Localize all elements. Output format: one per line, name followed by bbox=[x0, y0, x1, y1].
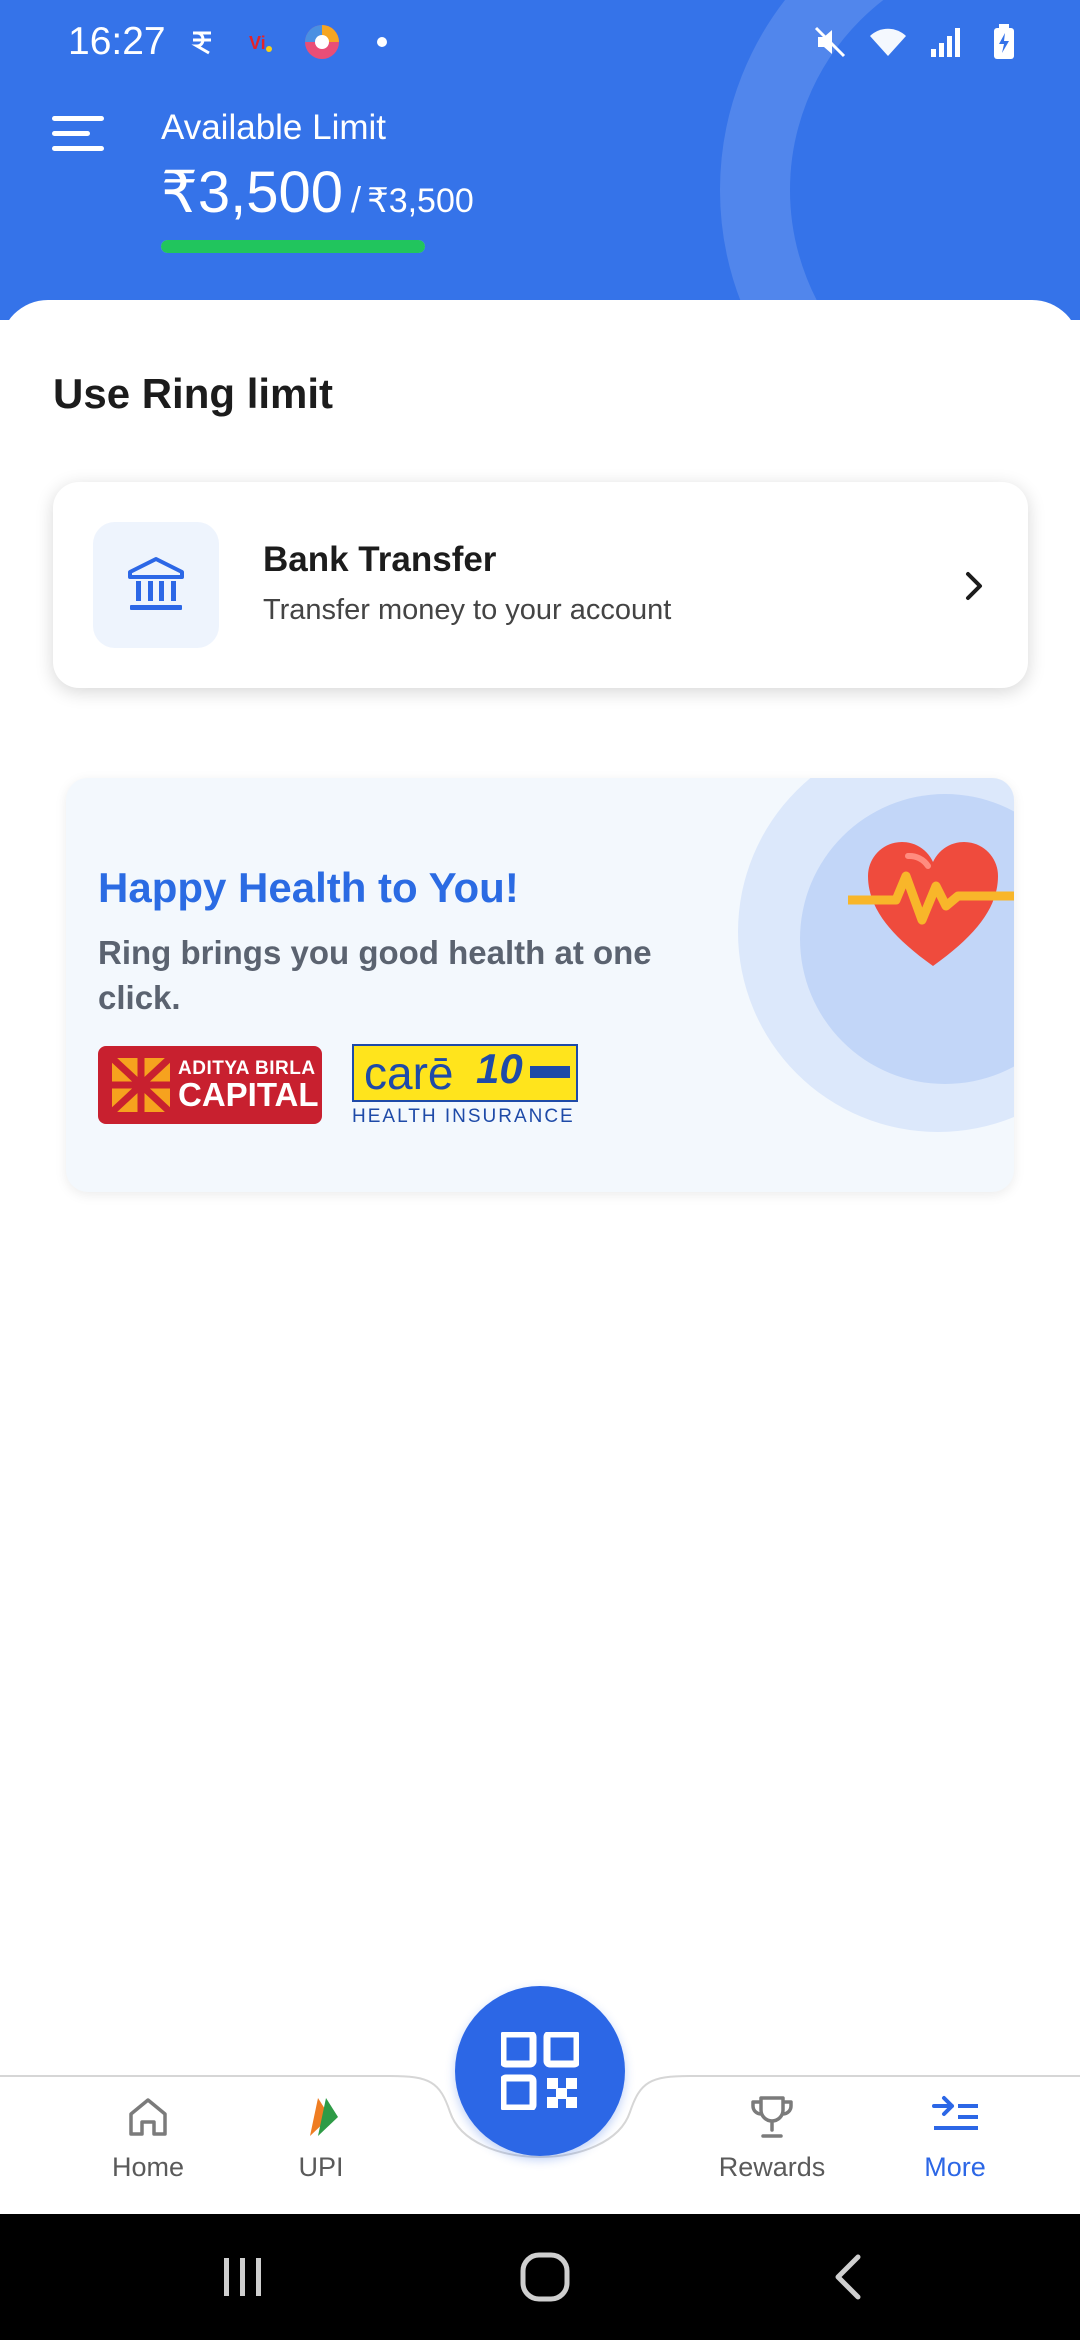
total-limit: ₹3,500 bbox=[367, 182, 474, 220]
status-time: 16:27 bbox=[68, 20, 166, 63]
aditya-birla-capital-logo: ADITYA BIRLA CAPITAL bbox=[98, 1046, 322, 1124]
system-navigation-bar bbox=[0, 2214, 1080, 2340]
nav-more[interactable]: More bbox=[875, 2092, 1035, 2202]
status-right-icons bbox=[810, 22, 1024, 62]
available-limit-label: Available Limit bbox=[161, 108, 387, 147]
nav-home-label: Home bbox=[111, 2152, 185, 2182]
health-promo-banner[interactable]: Happy Health to You! Ring brings you goo… bbox=[66, 778, 1014, 1192]
nav-more-label: More bbox=[924, 2152, 986, 2182]
trophy-icon bbox=[751, 2096, 793, 2138]
rupee-notification-icon bbox=[182, 22, 222, 62]
battery-icon bbox=[984, 22, 1024, 62]
status-bar: 16:27 Vi bbox=[0, 0, 1080, 84]
main-content: Use Ring limit Bank Transfer Transfer mo… bbox=[0, 300, 1080, 2080]
care-tagline: HEALTH INSURANCE bbox=[352, 1106, 575, 1127]
limit-separator: / bbox=[351, 179, 362, 220]
heart-icon bbox=[843, 826, 1014, 976]
recents-icon[interactable] bbox=[203, 2240, 283, 2314]
home-circle-icon[interactable] bbox=[505, 2240, 585, 2314]
header: 16:27 Vi Available Limit ₹3,500 / ₹3,500 bbox=[0, 0, 1080, 320]
care-years-badge bbox=[530, 1066, 570, 1078]
more-icon bbox=[932, 2096, 978, 2130]
qr-scan-button[interactable] bbox=[455, 1986, 625, 2156]
status-left-icons: Vi bbox=[182, 22, 402, 62]
svg-text:Vi: Vi bbox=[249, 33, 266, 53]
section-title: Use Ring limit bbox=[53, 370, 334, 417]
bank-transfer-title: Bank Transfer bbox=[263, 540, 497, 579]
limit-progress-bar bbox=[161, 240, 425, 253]
care-word: carē bbox=[364, 1047, 454, 1099]
aditya-birla-text: ADITYA BIRLA CAPITAL bbox=[178, 1059, 319, 1111]
qr-scan-icon bbox=[501, 2032, 579, 2110]
mute-icon bbox=[810, 22, 850, 62]
bank-icon bbox=[93, 522, 219, 648]
vi-notification-icon: Vi bbox=[242, 22, 282, 62]
aditya-birla-mark-icon bbox=[112, 1058, 170, 1112]
promo-subtitle: Ring brings you good health at one click… bbox=[98, 934, 652, 1016]
chevron-right-icon bbox=[956, 566, 992, 606]
nav-upi[interactable]: UPI bbox=[241, 2092, 401, 2202]
nav-upi-label: UPI bbox=[298, 2152, 344, 2182]
browser-notification-icon bbox=[302, 22, 342, 62]
home-icon bbox=[129, 2098, 167, 2136]
nav-rewards-label: Rewards bbox=[718, 2152, 826, 2182]
aditya-birla-line2: CAPITAL bbox=[178, 1076, 319, 1113]
care-years-number: 10 bbox=[476, 1045, 523, 1092]
available-amount: ₹3,500 bbox=[161, 160, 344, 225]
nav-rewards[interactable]: Rewards bbox=[692, 2092, 852, 2202]
limit-progress-fill bbox=[161, 240, 425, 253]
care-health-insurance-logo: carē 10 HEALTH INSURANCE bbox=[352, 1044, 578, 1130]
back-icon[interactable] bbox=[808, 2240, 888, 2314]
upi-icon bbox=[310, 2098, 338, 2136]
limit-amount-row: ₹3,500 / ₹3,500 bbox=[161, 158, 474, 226]
promo-title: Happy Health to You! bbox=[98, 864, 519, 911]
bank-transfer-card[interactable]: Bank Transfer Transfer money to your acc… bbox=[53, 482, 1028, 688]
dot-icon bbox=[362, 22, 402, 62]
signal-icon bbox=[926, 22, 966, 62]
wifi-icon bbox=[868, 22, 908, 62]
nav-home[interactable]: Home bbox=[68, 2092, 228, 2202]
menu-icon[interactable] bbox=[52, 112, 108, 156]
bank-transfer-subtitle: Transfer money to your account bbox=[263, 594, 672, 626]
